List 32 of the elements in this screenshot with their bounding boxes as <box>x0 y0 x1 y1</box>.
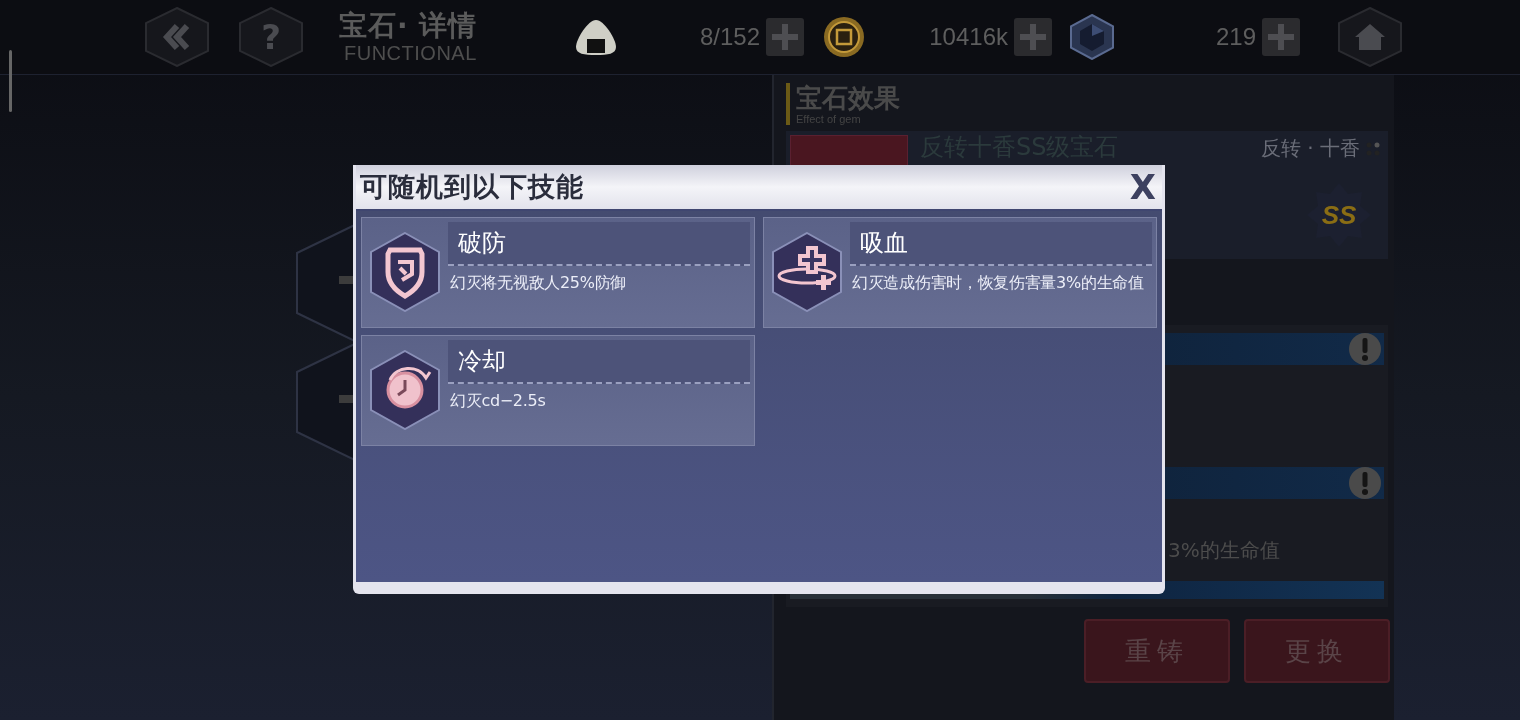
skill-description: 幻灭将无视敌人25%防御 <box>449 272 627 294</box>
close-button[interactable]: X <box>1127 167 1158 207</box>
add-button[interactable] <box>1262 18 1300 56</box>
skill-description: 幻灭cd−2.5s <box>449 390 547 412</box>
character-name: 反转 · 十香 <box>1260 135 1360 162</box>
crystal-icon <box>1070 14 1114 60</box>
scroll-indicator <box>9 50 12 112</box>
page-subtitle: FUNCTIONAL <box>344 41 478 65</box>
rank-badge: SS <box>1306 182 1372 248</box>
add-button[interactable] <box>766 18 804 56</box>
alert-icon[interactable] <box>1348 466 1382 500</box>
add-button[interactable] <box>1014 18 1052 56</box>
page-title: 宝石· 详情 <box>339 9 479 42</box>
home-button[interactable] <box>1338 7 1402 67</box>
skill-icon <box>370 232 440 312</box>
skill-icon <box>772 232 842 312</box>
alert-icon[interactable] <box>1348 332 1382 366</box>
resource-amount: 8/152 <box>698 23 761 51</box>
home-icon <box>1354 23 1386 51</box>
resource-amount: 219 <box>1214 23 1257 51</box>
skill-description: 幻灭造成伤害时，恢复伤害量3%的生命值 <box>851 272 1145 294</box>
skill-icon <box>370 350 440 430</box>
skill-name: 冷却 <box>448 340 750 384</box>
dots-icon <box>1366 140 1380 157</box>
back-button[interactable] <box>145 7 209 67</box>
skill-name: 吸血 <box>850 222 1152 266</box>
skill-name: 破防 <box>448 222 750 266</box>
resource-amount: 10416k <box>928 23 1009 51</box>
help-button[interactable]: ? <box>239 7 303 67</box>
dialog-title: 可随机到以下技能 <box>360 170 584 204</box>
back-icon <box>162 22 192 52</box>
coin-icon <box>822 15 866 59</box>
